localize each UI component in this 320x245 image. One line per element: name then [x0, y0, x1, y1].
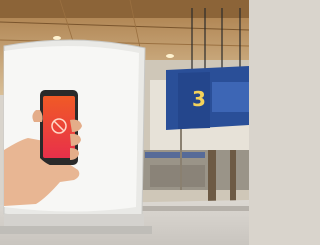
airport-billboard-photo: 3 [0, 0, 249, 245]
ceiling-light [53, 36, 61, 40]
ceiling-light [166, 54, 174, 58]
gate-number: 3 [192, 87, 206, 111]
